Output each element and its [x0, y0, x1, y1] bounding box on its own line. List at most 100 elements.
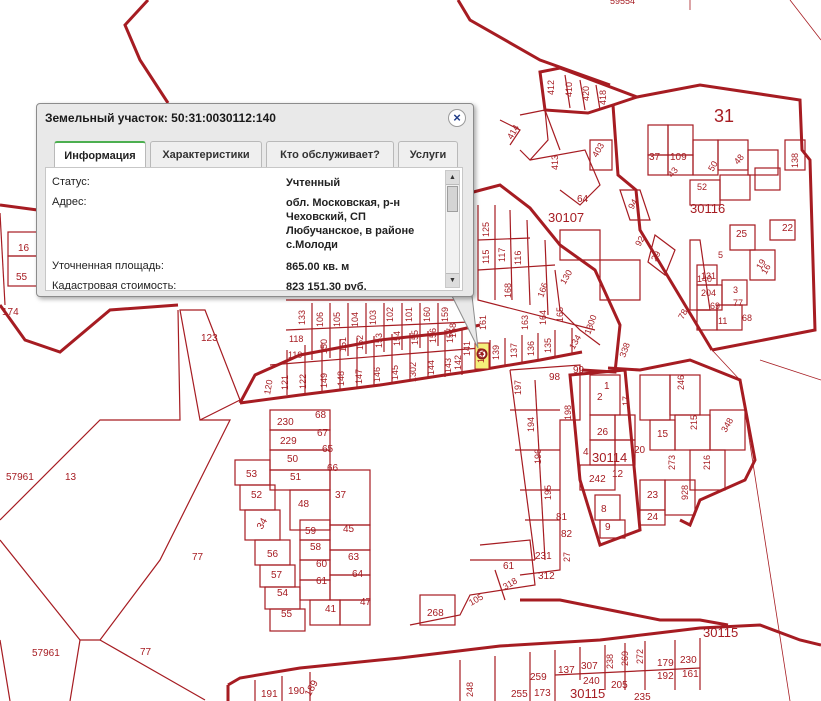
parcel-label-p98: 98	[549, 372, 561, 383]
popup-scrollbar[interactable]: ▲ ▼	[445, 170, 460, 288]
parcel-label-p60: 60	[316, 559, 328, 570]
parcel-label-p148: 148	[336, 371, 346, 386]
parcel-label-p115: 115	[481, 250, 491, 264]
parcel-label-p160: 160	[422, 307, 432, 322]
parcel-label-p168: 168	[503, 283, 513, 298]
parcel-label-p216: 216	[702, 455, 712, 470]
parcel-label-p246: 246	[676, 375, 686, 390]
parcel-label-p130: 130	[558, 268, 574, 286]
parcel-label-p61b: 61	[503, 561, 515, 572]
parcel-label-p189: 189	[303, 678, 321, 698]
parcel-label-p147: 147	[354, 369, 364, 384]
parcel-label-p68b: 68	[315, 410, 327, 421]
close-icon[interactable]: ×	[448, 109, 466, 127]
parcel-label-p121: 121	[280, 375, 290, 390]
parcel-label-p20: 20	[634, 445, 646, 456]
parcel-label-p240: 240	[583, 676, 600, 687]
parcel-label-p413: 413	[550, 155, 560, 170]
parcel-label-p50b: 50	[287, 454, 299, 465]
parcel-label-p231: 231	[535, 551, 552, 562]
parcel-label-p59: 59	[305, 526, 317, 537]
parcel-label-p99: 99	[573, 365, 585, 376]
parcel-label-p34: 34	[255, 516, 270, 532]
parcel-label-region-123: 123	[201, 333, 218, 344]
parcel-label-p235: 235	[634, 692, 651, 701]
parcel-label-p68: 68	[742, 313, 752, 323]
parcel-label-p273: 273	[667, 455, 677, 470]
tab-information[interactable]: Информация	[54, 141, 146, 168]
parcel-label-p26: 26	[597, 427, 609, 438]
parcel-label-p134: 134	[567, 333, 583, 351]
parcel-label-p418: 418	[598, 90, 608, 105]
parcel-label-p255: 255	[511, 689, 528, 700]
parcel-label-p157: 157	[445, 328, 455, 343]
popup-title: Земельный участок: 50:31:0030112:140	[45, 111, 276, 125]
parcel-label-p204: 204	[701, 288, 716, 298]
parcel-label-p106: 106	[315, 312, 325, 327]
parcel-label-p146: 146	[372, 367, 382, 382]
parcel-label-p138: 138	[790, 153, 800, 168]
scroll-thumb[interactable]	[447, 186, 458, 212]
parcel-label-region-57961-bottom: 57961	[32, 648, 60, 659]
area-value: 865.00 кв. м	[286, 261, 350, 273]
status-value: Учтенный	[286, 177, 341, 189]
parcel-label-p101: 101	[404, 307, 414, 322]
parcel-label-p102: 102	[385, 307, 395, 322]
parcel-label-p67: 67	[317, 428, 329, 439]
address-value: обл. Московская, р-н Чеховский, СП Любуч…	[286, 197, 415, 251]
parcel-label-p205: 205	[611, 680, 628, 691]
parcel-label-p120: 120	[262, 379, 274, 396]
parcel-label-p23: 23	[647, 490, 659, 501]
parcel-label-p104: 104	[350, 312, 360, 327]
parcel-label-p69: 69	[710, 301, 720, 311]
parcel-label-p48: 48	[732, 152, 746, 166]
parcel-label-p117: 117	[497, 248, 507, 262]
parcel-label-p191: 191	[261, 689, 278, 700]
popup-pointer	[451, 295, 479, 349]
parcel-label-p16l: 16	[18, 243, 30, 254]
parcel-label-p52: 52	[697, 182, 707, 192]
tab-characteristics[interactable]: Характеристики	[150, 141, 262, 167]
parcel-label-p55b: 55	[281, 609, 293, 620]
parcel-label-p140b: 140	[476, 348, 486, 363]
parcel-label-p215: 215	[689, 415, 699, 430]
parcel-label-p143: 143	[443, 358, 453, 373]
scroll-up-icon[interactable]: ▲	[446, 171, 459, 185]
parcel-label-p144: 144	[426, 360, 436, 375]
parcel-label-p53: 53	[246, 469, 258, 480]
parcel-label-p137: 137	[509, 343, 519, 358]
parcel-label-region-57961-left: 57961	[6, 472, 34, 483]
parcel-label-p163: 163	[520, 315, 530, 330]
parcel-label-p17: 17	[621, 396, 631, 406]
parcel-label-p54: 54	[277, 588, 289, 599]
parcel-label-p269: 269	[620, 651, 630, 666]
parcel-label-p259: 259	[530, 672, 547, 683]
scroll-down-icon[interactable]: ▼	[446, 273, 459, 287]
parcel-label-p307: 307	[581, 661, 598, 672]
parcel-label-p109: 109	[670, 152, 687, 163]
area-label: Уточненная площадь:	[52, 260, 164, 272]
parcel-label-p125: 125	[481, 222, 491, 237]
parcel-label-p8: 8	[601, 504, 607, 515]
parcel-label-p248: 248	[465, 682, 475, 697]
parcel-info-popup: Земельный участок: 50:31:0030112:140 × И…	[36, 103, 474, 297]
parcel-label-p58: 58	[310, 542, 322, 553]
parcel-label-p5: 5	[718, 250, 723, 260]
status-label: Статус:	[52, 176, 90, 188]
parcel-label-p140: 140	[697, 274, 712, 284]
parcel-label-p145: 145	[390, 365, 400, 380]
parcel-label-p27: 27	[562, 552, 572, 562]
parcel-label-p161b: 161	[682, 669, 699, 680]
parcel-label-p242: 242	[589, 474, 606, 485]
parcel-label-p41: 41	[325, 604, 337, 615]
parcel-label-block-30115-right: 30115	[703, 625, 738, 640]
parcel-label-p230: 230	[277, 417, 294, 428]
parcel-label-p272: 272	[635, 649, 645, 664]
parcel-label-block-30114: 30114	[592, 450, 627, 465]
parcel-label-p133: 133	[297, 310, 307, 325]
tab-services[interactable]: Услуги	[398, 141, 458, 167]
parcel-label-p179: 179	[657, 658, 674, 669]
parcel-label-p190: 190	[288, 686, 305, 697]
tab-who-serves[interactable]: Кто обслуживает?	[266, 141, 394, 167]
parcel-label-p47: 47	[360, 597, 372, 608]
